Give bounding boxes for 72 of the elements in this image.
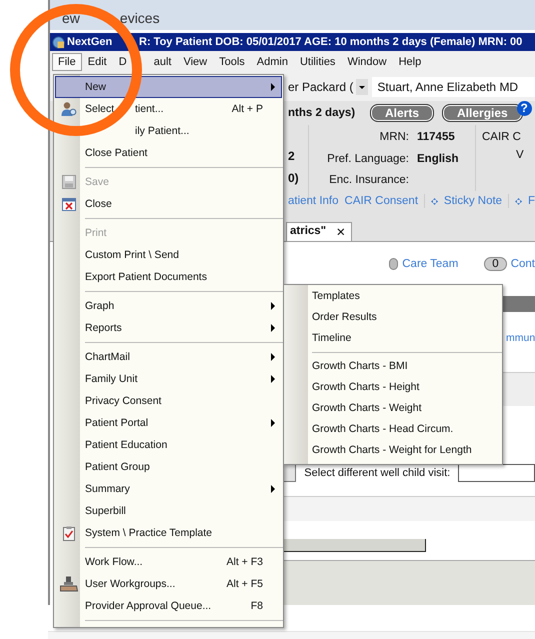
menu-entry[interactable]: Provider Approval Queue... F8: [55, 595, 282, 617]
menu-entry[interactable]: User Workgroups... Alt + F5: [55, 573, 282, 595]
menu-entry[interactable]: Growth Charts - BMI: [284, 356, 502, 377]
provider-field[interactable]: Stuart, Anne Elizabeth MD: [372, 77, 535, 97]
menu-entry[interactable]: Templates: [284, 286, 502, 307]
contact-link[interactable]: Cont: [510, 258, 535, 270]
care-team-link[interactable]: Care Team: [402, 258, 458, 270]
count-badge: 0: [484, 257, 507, 271]
banner-text: 0): [288, 171, 300, 185]
user-search-icon: [61, 101, 77, 117]
field-value: 117455: [417, 131, 456, 145]
move-icon: [514, 196, 522, 206]
close-icon[interactable]: ✕: [336, 225, 346, 239]
banner-text: V: [515, 149, 524, 161]
menu-entry[interactable]: Graph: [55, 295, 282, 317]
app-icon: [52, 36, 65, 48]
menu-entry[interactable]: Custom Print \ Send: [55, 244, 282, 266]
field-label: MRN:: [378, 131, 410, 145]
menu-entry[interactable]: Patient Group: [55, 456, 282, 478]
window-title: R: Toy Patient DOB: 05/01/2017 AGE: 10 months 2 days (Female) MRN: 00: [139, 36, 522, 48]
age-text: nths 2 days): [288, 107, 356, 119]
field-value: English: [417, 152, 460, 167]
menu-item[interactable]: File: [52, 53, 82, 71]
menu-entry[interactable]: Privacy Consent: [55, 390, 282, 412]
close-window-icon: [62, 198, 76, 210]
menu-entry[interactable]: Export Patient Documents: [55, 266, 282, 288]
menu-entry[interactable]: Superbill: [55, 500, 282, 522]
stamp-icon: [60, 576, 78, 592]
menu-entry[interactable]: Summary: [55, 478, 282, 500]
menu-entry[interactable]: Patient Education: [55, 434, 282, 456]
menu-entry[interactable]: Patient Portal: [55, 412, 282, 434]
menu-item[interactable]: View: [177, 53, 214, 71]
save-icon: [62, 175, 76, 189]
menu-item[interactable]: Edit: [82, 53, 113, 71]
menu-entry[interactable]: Close: [55, 193, 282, 215]
menu-entry[interactable]: Growth Charts - Weight: [284, 398, 502, 419]
menu-item[interactable]: ault: [154, 56, 172, 68]
menu-item[interactable]: Utilities: [294, 53, 342, 71]
menu-entry[interactable]: Timeline: [284, 328, 502, 349]
menu-entry[interactable]: ChartMail: [55, 346, 282, 368]
menu-item[interactable]: Tools: [213, 53, 251, 71]
menu-entry[interactable]: Select tient... Alt + P: [55, 98, 282, 120]
menu-entry[interactable]: Growth Charts - Weight for Length: [284, 440, 502, 461]
dropdown-icon: [356, 79, 368, 95]
menu-entry[interactable]: New: [55, 76, 282, 98]
menu-entry[interactable]: Family Unit: [55, 368, 282, 390]
move-icon: [430, 196, 438, 206]
menu-entry[interactable]: System \ Practice Template: [55, 522, 282, 544]
toggle-icon[interactable]: [389, 258, 398, 270]
menu-entry[interactable]: Work Flow... Alt + F3: [55, 551, 282, 573]
menu-item[interactable]: Admin: [250, 53, 294, 71]
menu-entry[interactable]: Order Results: [284, 307, 502, 328]
banner-text: 2: [288, 149, 296, 163]
banner-text: CAIR C: [482, 131, 522, 143]
menu-entry[interactable]: Growth Charts - Head Circum.: [284, 419, 502, 440]
menu-entry[interactable]: Reports: [55, 317, 282, 339]
menu-item[interactable]: Window: [341, 53, 393, 71]
document-tab[interactable]: atrics" ✕: [286, 222, 352, 241]
visit-label: Select different well child visit:: [304, 467, 450, 479]
window-title: NextGen: [67, 36, 112, 48]
section-link[interactable]: mmun: [506, 332, 535, 344]
menu-item[interactable]: Help: [392, 53, 428, 71]
toolbar-item[interactable]: ew: [62, 10, 80, 26]
banner-button[interactable]: Alerts: [370, 104, 434, 122]
menu-entry[interactable]: Close Patient: [55, 142, 282, 164]
menu-item[interactable]: D: [118, 56, 127, 68]
field-label: Enc. Insurance:: [328, 174, 410, 188]
field-label: Pref. Language:: [326, 152, 410, 167]
toolbar-item[interactable]: evices: [120, 10, 160, 26]
location-dropdown[interactable]: er Packard (: [288, 79, 368, 95]
menu-entry[interactable]: Growth Charts - Height: [284, 377, 502, 398]
clipboard-check-icon: [63, 526, 75, 540]
